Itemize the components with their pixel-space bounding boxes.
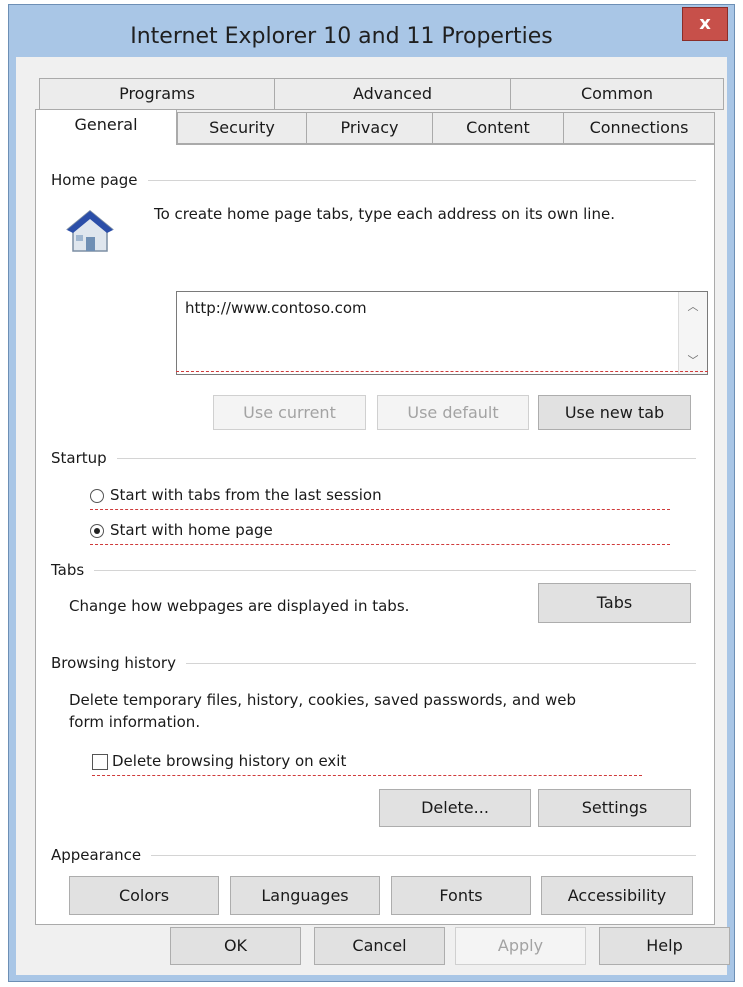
startup-heading: Startup — [51, 449, 117, 467]
radio-selected-dot — [94, 528, 100, 534]
scroll-up-icon[interactable]: ︿ — [679, 298, 707, 314]
startup-home-page-radio[interactable] — [90, 524, 104, 538]
home-page-heading: Home page — [51, 171, 148, 189]
window-title: Internet Explorer 10 and 11 Properties — [130, 24, 553, 49]
general-tab-panel: Home page To create home page tabs, type… — [35, 144, 715, 925]
accessibility-button[interactable]: Accessibility — [541, 876, 693, 915]
use-default-button[interactable]: Use default — [377, 395, 529, 430]
use-new-tab-button[interactable]: Use new tab — [538, 395, 691, 430]
tab-common[interactable]: Common — [510, 78, 724, 110]
tabs-description: Change how webpages are displayed in tab… — [69, 597, 410, 615]
browsing-history-description-line2: form information. — [69, 713, 201, 731]
fonts-button[interactable]: Fonts — [391, 876, 531, 915]
scroll-down-icon[interactable]: ﹀ — [679, 352, 707, 368]
house-icon — [65, 210, 115, 252]
dialog-client-area: Programs Advanced Common General Securit… — [16, 57, 730, 975]
tab-privacy[interactable]: Privacy — [306, 112, 433, 144]
delete-button[interactable]: Delete... — [379, 789, 531, 827]
tabs-button[interactable]: Tabs — [538, 583, 691, 623]
colors-button[interactable]: Colors — [69, 876, 219, 915]
use-current-button[interactable]: Use current — [213, 395, 366, 430]
apply-button[interactable]: Apply — [455, 927, 586, 965]
home-page-address-box[interactable]: http://www.contoso.com ︿ ﹀ — [176, 291, 708, 375]
startup-home-page-label[interactable]: Start with home page — [110, 521, 273, 539]
tab-advanced[interactable]: Advanced — [274, 78, 511, 110]
appearance-group-line — [66, 855, 696, 856]
languages-button[interactable]: Languages — [230, 876, 380, 915]
cancel-button[interactable]: Cancel — [314, 927, 445, 965]
delete-on-exit-spellcheck-underline — [92, 775, 642, 776]
close-button[interactable]: x — [682, 7, 728, 41]
home-page-spellcheck-underline — [90, 544, 670, 545]
startup-last-session-label[interactable]: Start with tabs from the last session — [110, 486, 382, 504]
browsing-history-heading: Browsing history — [51, 654, 186, 672]
address-spellcheck-underline — [176, 371, 708, 372]
tab-connections[interactable]: Connections — [563, 112, 715, 144]
tabs-heading: Tabs — [51, 561, 95, 579]
delete-on-exit-checkbox[interactable] — [92, 754, 108, 770]
tab-security[interactable]: Security — [177, 112, 307, 144]
tabs-group-line — [66, 570, 696, 571]
ok-button[interactable]: OK — [170, 927, 301, 965]
home-page-instruction: To create home page tabs, type each addr… — [154, 205, 615, 223]
settings-button[interactable]: Settings — [538, 789, 691, 827]
appearance-heading: Appearance — [51, 846, 152, 864]
address-scrollbar[interactable]: ︿ ﹀ — [678, 292, 707, 374]
home-page-address[interactable]: http://www.contoso.com — [185, 299, 367, 317]
tab-programs[interactable]: Programs — [39, 78, 275, 110]
browsing-history-description-line1: Delete temporary files, history, cookies… — [69, 691, 576, 709]
home-page-group-line — [66, 180, 696, 181]
tab-general[interactable]: General — [35, 109, 177, 145]
startup-group-line — [66, 458, 696, 459]
startup-last-session-radio[interactable] — [90, 489, 104, 503]
delete-on-exit-label[interactable]: Delete browsing history on exit — [112, 752, 346, 770]
help-button[interactable]: Help — [599, 927, 730, 965]
last-session-spellcheck-underline — [90, 509, 670, 510]
properties-window: Internet Explorer 10 and 11 Properties x… — [8, 4, 735, 982]
tab-content[interactable]: Content — [432, 112, 564, 144]
